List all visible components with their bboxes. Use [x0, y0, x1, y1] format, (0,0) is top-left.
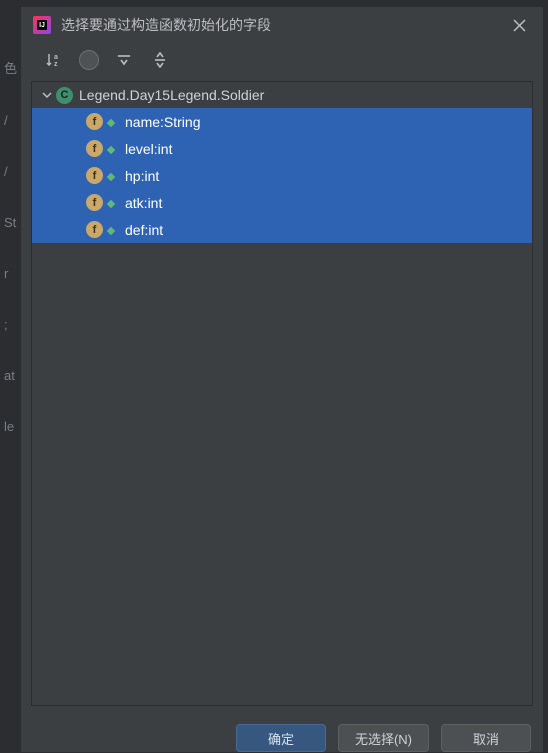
close-button[interactable]: [507, 13, 531, 37]
fields-tree[interactable]: C Legend.Day15Legend.Soldier f name:Stri…: [31, 81, 533, 706]
close-icon: [513, 19, 526, 32]
cancel-button[interactable]: 取消: [441, 724, 531, 752]
toolbar: a z: [21, 43, 543, 81]
visibility-default-icon: [107, 171, 117, 181]
show-inherited-toggle[interactable]: [79, 50, 99, 70]
field-icon: f: [86, 194, 103, 211]
svg-text:a: a: [54, 54, 58, 61]
titlebar[interactable]: IJ 选择要通过构造函数初始化的字段: [21, 7, 543, 43]
field-label: hp:int: [125, 168, 159, 184]
class-label: Legend.Day15Legend.Soldier: [79, 87, 264, 103]
visibility-default-icon: [107, 117, 117, 127]
visibility-default-icon: [107, 198, 117, 208]
field-row[interactable]: f name:String: [32, 108, 532, 135]
visibility-default-icon: [107, 225, 117, 235]
visibility-default-icon: [107, 144, 117, 154]
field-label: def:int: [125, 222, 163, 238]
field-icon: f: [86, 140, 103, 157]
select-none-button[interactable]: 无选择(N): [338, 724, 429, 752]
field-label: level:int: [125, 141, 172, 157]
sort-alpha-icon: a z: [46, 52, 63, 69]
field-icon: f: [86, 113, 103, 130]
collapse-all-button[interactable]: [149, 49, 171, 71]
tree-root-row[interactable]: C Legend.Day15Legend.Soldier: [32, 82, 532, 108]
chevron-down-icon[interactable]: [40, 90, 54, 100]
sort-button[interactable]: a z: [43, 49, 65, 71]
field-row[interactable]: f def:int: [32, 216, 532, 243]
field-label: name:String: [125, 114, 200, 130]
field-icon: f: [86, 167, 103, 184]
field-row[interactable]: f hp:int: [32, 162, 532, 189]
expand-all-button[interactable]: [113, 49, 135, 71]
field-row[interactable]: f atk:int: [32, 189, 532, 216]
field-icon: f: [86, 221, 103, 238]
field-row[interactable]: f level:int: [32, 135, 532, 162]
class-icon: C: [56, 87, 73, 104]
collapse-all-icon: [152, 52, 168, 68]
button-bar: 确定 无选择(N) 取消: [21, 716, 543, 752]
field-label: atk:int: [125, 195, 162, 211]
background-editor-gutter: 色 / / St r ; at le: [0, 0, 20, 753]
expand-all-icon: [116, 52, 132, 68]
dialog-title: 选择要通过构造函数初始化的字段: [61, 15, 507, 35]
svg-text:z: z: [54, 61, 58, 68]
select-fields-dialog: IJ 选择要通过构造函数初始化的字段 a z: [20, 6, 544, 753]
app-icon: IJ: [33, 16, 51, 34]
ok-button[interactable]: 确定: [236, 724, 326, 752]
